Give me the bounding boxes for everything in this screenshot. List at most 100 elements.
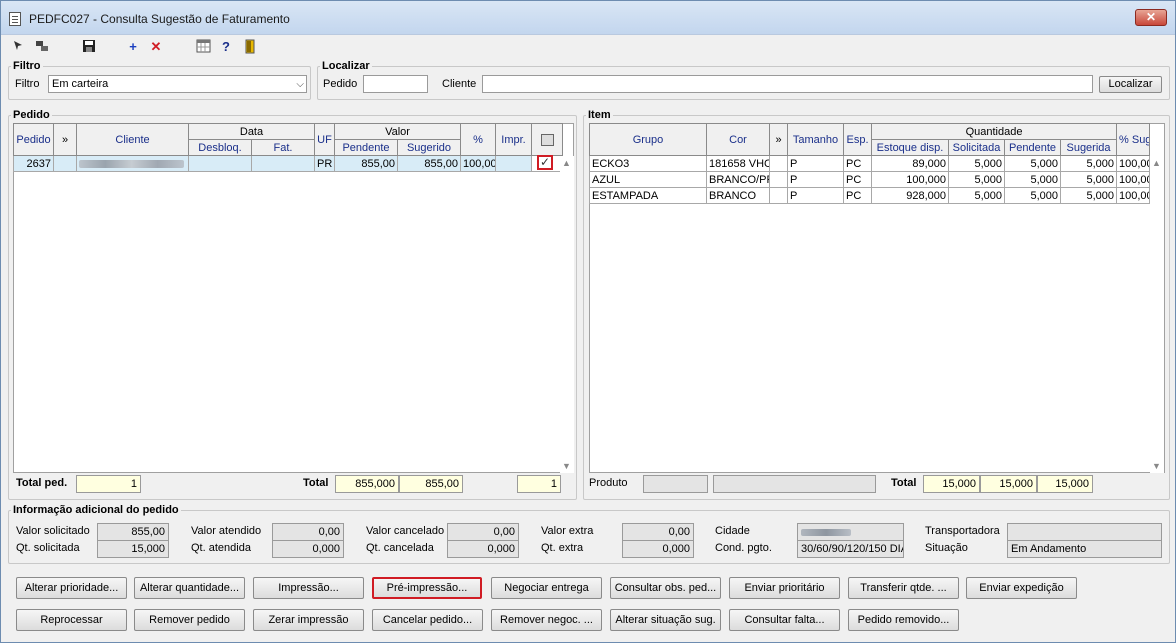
total-sugerida: 15,000 [1037,475,1093,493]
exit-icon[interactable] [242,39,258,55]
col-valor-group: Valor [334,123,461,140]
col-solicitada[interactable]: Solicitada [948,139,1005,156]
impressao-button[interactable]: Impressão... [253,577,364,599]
total-ped-label: Total ped. [16,477,68,489]
cell-estoque: 100,000 [871,171,949,188]
save-icon[interactable] [81,39,97,55]
cell-esp: PC [843,187,872,204]
valor-cancelado-value: 0,00 [447,523,519,541]
localizar-button[interactable]: Localizar [1099,76,1162,93]
add-icon[interactable]: + [125,39,141,55]
col-tamanho[interactable]: Tamanho [787,123,844,156]
pre-impressao-button[interactable]: Pré-impressão... [372,577,482,599]
pedido-total-label: Total [303,477,329,489]
cancelar-pedido-button[interactable]: Cancelar pedido... [372,609,483,631]
cell-tamanho: P [787,155,844,172]
col-grupo[interactable]: Grupo [589,123,707,156]
help-icon[interactable]: ? [218,39,234,55]
col-pct[interactable]: % [460,123,496,156]
col-item-pendente[interactable]: Pendente [1004,139,1061,156]
table-row[interactable]: AZUL BRANCO/PR P PC 100,000 5,000 5,000 … [589,171,1151,188]
enviar-prioritario-button[interactable]: Enviar prioritário [729,577,840,599]
table-row[interactable]: ESTAMPADA BRANCO P PC 928,000 5,000 5,00… [589,187,1151,204]
close-button[interactable]: ✕ [1135,9,1167,26]
col-check[interactable] [531,123,563,156]
col-sugerida[interactable]: Sugerida [1059,139,1118,156]
cell-grupo: ESTAMPADA [589,187,707,204]
col-data-group: Data [188,123,315,140]
col-pedido[interactable]: Pedido [13,123,54,156]
row-checkbox[interactable]: ✓ [537,155,553,170]
col-impr[interactable]: Impr. [495,123,532,156]
total-check: 1 [517,475,561,493]
alterar-quantidade-button[interactable]: Alterar quantidade... [134,577,245,599]
situacao-label: Situação [925,542,968,554]
produto-code [643,475,708,493]
pedido-removido-button[interactable]: Pedido removido... [848,609,959,631]
transferir-qtde-button[interactable]: Transferir qtde. ... [848,577,959,599]
enviar-expedicao-button[interactable]: Enviar expedição [966,577,1077,599]
cell-fat [251,155,315,172]
filtro-legend: Filtro [13,60,41,72]
col-pct-sug[interactable]: % Sug. [1116,123,1151,156]
cell-sugerida: 5,000 [1059,187,1118,204]
cell-item-more [769,187,788,204]
localizar-pedido-label: Pedido [323,78,358,90]
pedido-scrollbar[interactable]: ▲ ▼ [560,156,574,473]
toolbar: + ✕ ? [1,36,1175,58]
cell-esp: PC [843,155,872,172]
scroll-up-icon[interactable]: ▲ [562,158,571,168]
qt-extra-value: 0,000 [622,540,694,558]
alterar-prioridade-button[interactable]: Alterar prioridade... [16,577,127,599]
localizar-pedido-input[interactable] [363,75,428,93]
col-cor[interactable]: Cor [706,123,770,156]
zerar-impressao-button[interactable]: Zerar impressão [253,609,364,631]
remover-negoc-button[interactable]: Remover negoc. ... [491,609,602,631]
alterar-situacao-button[interactable]: Alterar situação sug. [610,609,721,631]
reprocessar-button[interactable]: Reprocessar [16,609,127,631]
col-cliente[interactable]: Cliente [76,123,189,156]
col-pendente[interactable]: Pendente [334,139,398,156]
remover-pedido-button[interactable]: Remover pedido [134,609,245,631]
cell-sugerida: 5,000 [1059,155,1118,172]
cell-solicitada: 5,000 [948,187,1005,204]
item-total-label: Total [891,477,917,489]
table-row[interactable]: 2637 PR 855,00 855,00 100,00 [13,155,563,172]
localizar-cliente-input[interactable] [482,75,1093,93]
negociar-entrega-button[interactable]: Negociar entrega [491,577,602,599]
table-row[interactable]: ECKO3 181658 VHC P PC 89,000 5,000 5,000… [589,155,1151,172]
calendar-icon[interactable] [195,39,211,55]
col-esp[interactable]: Esp. [843,123,872,156]
situacao-value: Em Andamento [1007,540,1162,558]
col-uf[interactable]: UF [314,123,335,156]
cell-tamanho: P [787,187,844,204]
col-more[interactable]: » [53,123,77,156]
col-desbloq[interactable]: Desbloq. [188,139,252,156]
qt-cancelada-label: Qt. cancelada [366,542,434,554]
scroll-down-icon[interactable]: ▼ [1152,461,1161,471]
filtro-combo[interactable]: Em carteira ⌵ [48,75,307,93]
col-sugerido[interactable]: Sugerido [397,139,461,156]
item-scrollbar[interactable]: ▲ ▼ [1150,156,1164,473]
scroll-up-icon[interactable]: ▲ [1152,158,1161,168]
total-solicitada: 15,000 [923,475,980,493]
cell-pendente: 855,00 [334,155,398,172]
qt-cancelada-value: 0,000 [447,540,519,558]
cell-cor: 181658 VHC [706,155,770,172]
col-estoque[interactable]: Estoque disp. [871,139,949,156]
qt-atendida-label: Qt. atendida [191,542,251,554]
col-item-more[interactable]: » [769,123,788,156]
consultar-falta-button[interactable]: Consultar falta... [729,609,840,631]
cell-sugerido: 855,00 [397,155,461,172]
main-window: PEDFC027 - Consulta Sugestão de Faturame… [0,0,1176,643]
cidade-label: Cidade [715,525,750,537]
cell-grupo: ECKO3 [589,155,707,172]
cell-pedido: 2637 [13,155,54,172]
scroll-down-icon[interactable]: ▼ [562,461,571,471]
col-fat[interactable]: Fat. [251,139,315,156]
pointer-icon[interactable] [11,39,27,55]
consultar-obs-button[interactable]: Consultar obs. ped... [610,577,721,599]
transportadora-value [1007,523,1162,541]
filter-icon[interactable] [34,39,50,55]
delete-icon[interactable]: ✕ [148,39,164,55]
